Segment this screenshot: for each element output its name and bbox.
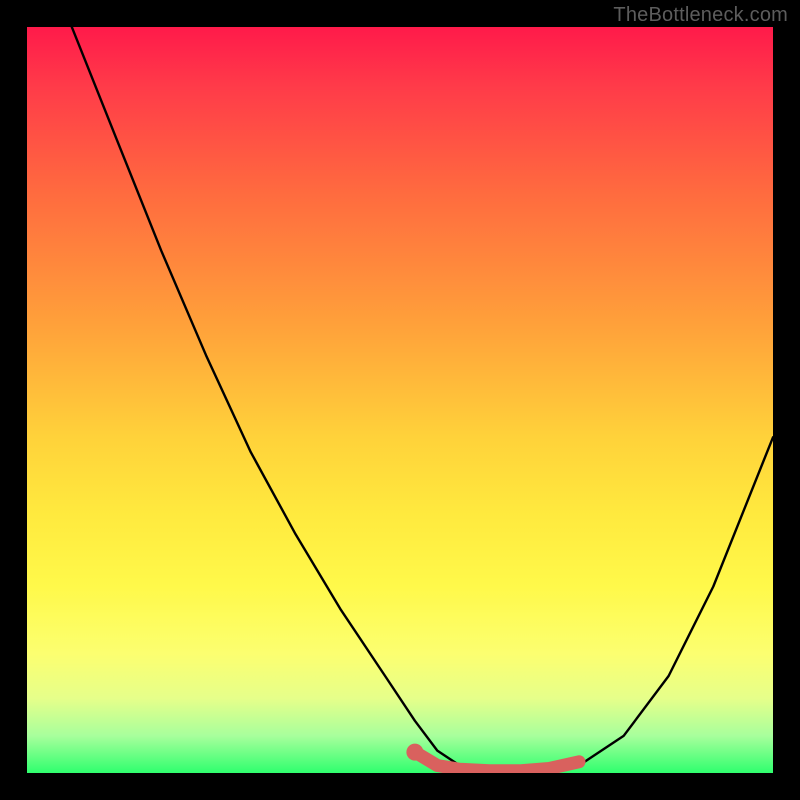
optimal-range-highlight <box>415 752 579 771</box>
optimal-point-dot <box>406 744 423 761</box>
curves-svg <box>27 27 773 773</box>
plot-area <box>27 27 773 773</box>
bottleneck-curve <box>27 27 773 773</box>
chart-stage: TheBottleneck.com <box>0 0 800 800</box>
watermark-text: TheBottleneck.com <box>613 4 788 27</box>
